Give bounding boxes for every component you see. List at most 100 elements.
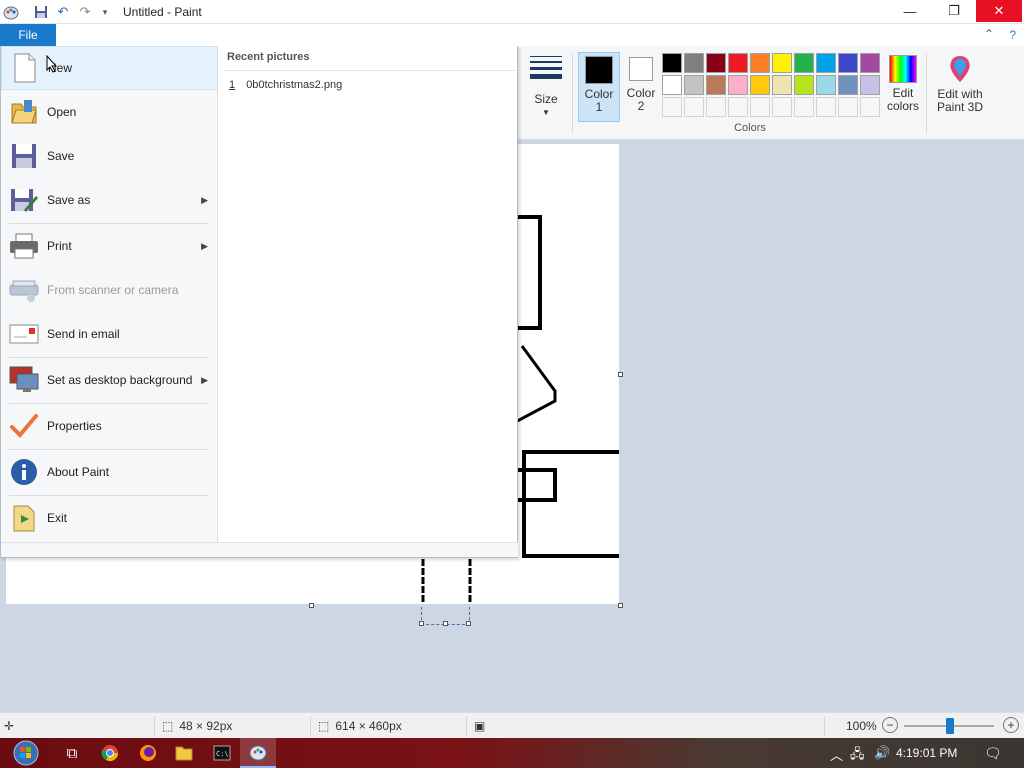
palette-color-swatch[interactable]	[662, 53, 682, 73]
resize-handle-bottom[interactable]	[309, 603, 314, 608]
palette-color-swatch[interactable]	[684, 53, 704, 73]
palette-color-swatch[interactable]	[794, 53, 814, 73]
minimize-button[interactable]: —	[888, 0, 932, 22]
palette-color-swatch[interactable]	[772, 53, 792, 73]
show-hidden-icons[interactable]: ︿	[830, 745, 843, 764]
volume-icon[interactable]: 🔊	[874, 745, 890, 761]
recent-picture-item[interactable]: 1 0b0tchristmas2.png	[229, 79, 342, 91]
menu-set-desktop-background[interactable]: Set as desktop background ▶	[1, 358, 218, 402]
palette-empty-slot[interactable]	[838, 97, 858, 117]
action-center-icon[interactable]: 🗨	[984, 745, 1002, 762]
menu-properties[interactable]: Properties	[1, 404, 218, 448]
palette-empty-slot[interactable]	[860, 97, 880, 117]
menu-exit[interactable]: Exit	[1, 496, 218, 540]
menu-print[interactable]: Print ▶	[1, 224, 218, 268]
zoom-slider-thumb[interactable]	[946, 718, 954, 734]
selection-handle[interactable]	[466, 621, 471, 626]
chevron-down-icon: ▼	[542, 108, 550, 117]
image-size-value: 614 × 460px	[335, 719, 402, 733]
line-size-icon	[530, 56, 562, 79]
size-button[interactable]: Size ▼	[528, 52, 564, 120]
palette-color-swatch[interactable]	[816, 75, 836, 95]
menu-open-label: Open	[47, 105, 77, 119]
redo-icon[interactable]: ↷	[76, 3, 94, 21]
palette-color-swatch[interactable]	[684, 75, 704, 95]
palette-empty-slot[interactable]	[684, 97, 704, 117]
palette-empty-slot[interactable]	[816, 97, 836, 117]
palette-color-swatch[interactable]	[772, 75, 792, 95]
undo-icon[interactable]: ↶	[54, 3, 72, 21]
palette-color-swatch[interactable]	[706, 75, 726, 95]
command-prompt-icon[interactable]: C:\	[204, 738, 240, 768]
paint-app-icon[interactable]	[2, 3, 20, 21]
palette-color-swatch[interactable]	[860, 53, 880, 73]
taskbar-clock[interactable]: 4:19:01 PM	[896, 746, 957, 760]
start-button[interactable]	[8, 738, 44, 768]
status-divider	[466, 716, 467, 736]
palette-empty-slot[interactable]	[750, 97, 770, 117]
palette-color-swatch[interactable]	[838, 75, 858, 95]
mouse-cursor-icon	[46, 54, 58, 76]
palette-empty-slot[interactable]	[772, 97, 792, 117]
file-explorer-icon[interactable]	[166, 738, 202, 768]
firefox-icon[interactable]	[130, 738, 166, 768]
palette-empty-slot[interactable]	[706, 97, 726, 117]
color-spectrum-icon	[889, 55, 917, 83]
menu-new[interactable]: New	[1, 46, 218, 90]
palette-color-swatch[interactable]	[750, 75, 770, 95]
palette-empty-slot[interactable]	[794, 97, 814, 117]
quick-save-icon[interactable]	[32, 3, 50, 21]
exit-icon	[8, 502, 40, 534]
menu-open[interactable]: Open	[1, 90, 218, 134]
menu-about-paint[interactable]: About Paint	[1, 450, 218, 494]
palette-color-swatch[interactable]	[728, 75, 748, 95]
menu-about-paint-label: About Paint	[47, 465, 110, 479]
close-button[interactable]: ✕	[976, 0, 1022, 22]
selection-handle[interactable]	[419, 621, 424, 626]
palette-empty-slot[interactable]	[662, 97, 682, 117]
palette-empty-slot[interactable]	[728, 97, 748, 117]
status-divider	[824, 716, 825, 736]
help-icon[interactable]: ?	[1009, 28, 1016, 42]
edit-with-paint3d-button[interactable]: Edit with Paint 3D	[932, 52, 988, 122]
palette-color-swatch[interactable]	[816, 53, 836, 73]
task-view-icon[interactable]: ⧉	[54, 738, 90, 768]
menu-send-email[interactable]: Send in email	[1, 312, 218, 356]
status-divider	[154, 716, 155, 736]
recent-divider	[225, 70, 515, 71]
file-tab[interactable]: File	[0, 24, 56, 46]
palette-color-swatch[interactable]	[860, 75, 880, 95]
zoom-out-button[interactable]: −	[882, 717, 898, 733]
resize-handle-right[interactable]	[618, 372, 623, 377]
printer-icon	[8, 230, 40, 262]
palette-color-swatch[interactable]	[662, 75, 682, 95]
color2-button[interactable]: Color 2	[624, 52, 658, 122]
selection-handle[interactable]	[443, 621, 448, 626]
chrome-icon[interactable]	[92, 738, 128, 768]
title-bar: ↶ ↷ ▾ Untitled - Paint — ❐ ✕	[0, 0, 1024, 24]
zoom-in-button[interactable]: +	[1003, 717, 1019, 733]
palette-color-swatch[interactable]	[750, 53, 770, 73]
recent-pictures-heading: Recent pictures	[227, 51, 310, 63]
status-divider	[310, 716, 311, 736]
image-size-icon: ⬚	[318, 719, 330, 733]
resize-handle-corner[interactable]	[618, 603, 623, 608]
colors-group-label: Colors	[734, 122, 766, 134]
menu-save-as[interactable]: Save as ▶	[1, 178, 218, 222]
palette-color-swatch[interactable]	[728, 53, 748, 73]
network-icon[interactable]: 🖧	[850, 745, 865, 767]
menu-save-label: Save	[47, 149, 75, 163]
palette-color-swatch[interactable]	[706, 53, 726, 73]
window-title: Untitled - Paint	[123, 5, 202, 19]
cursor-position-icon: ✛	[4, 719, 15, 733]
customize-quick-access-icon[interactable]: ▾	[96, 3, 114, 21]
maximize-button[interactable]: ❐	[932, 0, 976, 22]
edit-colors-button[interactable]: Edit colors	[884, 52, 922, 122]
menu-save[interactable]: Save	[1, 134, 218, 178]
paint-taskbar-icon[interactable]	[240, 738, 276, 768]
color1-button[interactable]: Color 1	[578, 52, 620, 122]
collapse-ribbon-icon[interactable]: ⌃	[984, 27, 994, 41]
palette-color-swatch[interactable]	[794, 75, 814, 95]
file-menu-footer	[1, 542, 518, 557]
palette-color-swatch[interactable]	[838, 53, 858, 73]
